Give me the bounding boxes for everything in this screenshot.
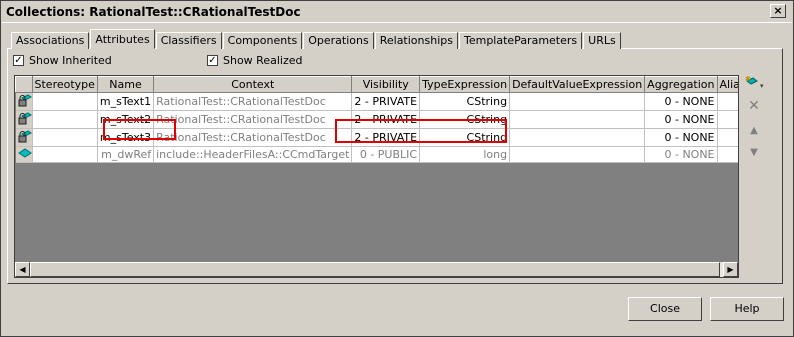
table-row[interactable]: m_sText1 RationalTest::CRationalTestDoc 2 … [15, 92, 738, 111]
attributes-grid[interactable]: Stereotype Name Context Visibility TypeE… [14, 75, 739, 278]
attributes-table: Stereotype Name Context Visibility TypeE… [15, 76, 738, 163]
tab-operations[interactable]: Operations [303, 32, 374, 49]
move-up-button[interactable]: ▲ [745, 125, 763, 136]
tab-components[interactable]: Components [222, 32, 303, 49]
cell-context[interactable]: include::HeaderFilesA::CCmdTarget [153, 146, 353, 163]
tab-urls[interactable]: URLs [583, 32, 621, 49]
new-attribute-button[interactable]: ✱ ▾ [745, 75, 764, 93]
tab-strip: Associations Attributes Classifiers Comp… [11, 29, 622, 49]
cell-default-value[interactable] [509, 128, 646, 147]
new-attribute-icon: ✱▾ [745, 75, 764, 90]
attribute-private-icon [18, 93, 32, 107]
move-down-button[interactable]: ▼ [745, 147, 763, 158]
cell-name[interactable]: m_sText2 [97, 110, 155, 129]
tab-associations[interactable]: Associations [11, 32, 90, 49]
cell-stereotype[interactable] [32, 110, 98, 129]
checkbox-box[interactable]: ✓ [207, 55, 218, 66]
column-header-visibility[interactable]: Visibility [351, 76, 421, 93]
cell-alias[interactable] [717, 92, 738, 111]
cell-alias[interactable] [717, 128, 738, 147]
attribute-private-icon [18, 111, 32, 125]
tab-relationships[interactable]: Relationships [374, 32, 458, 49]
close-window-button[interactable]: × [770, 4, 786, 18]
cell-stereotype[interactable] [32, 146, 98, 163]
cell-type-expression[interactable]: CString [419, 128, 511, 147]
table-row[interactable]: m_sText3 RationalTest::CRationalTestDoc 2 … [15, 128, 738, 147]
attribute-public-icon [17, 148, 32, 159]
checkbox-box[interactable]: ✓ [13, 55, 24, 66]
cell-default-value[interactable] [509, 110, 646, 129]
show-inherited-checkbox[interactable]: ✓ Show Inherited [13, 54, 112, 67]
cell-stereotype[interactable] [32, 128, 98, 147]
cell-default-value[interactable] [509, 92, 646, 111]
cell-name[interactable]: m_sText3 [97, 128, 155, 147]
cell-aggregation[interactable]: 0 - NONE [644, 128, 718, 147]
title-bar: Collections: RationalTest::CRationalTest… [2, 2, 792, 23]
cell-aggregation[interactable]: 0 - NONE [644, 92, 718, 111]
collections-dialog: Collections: RationalTest::CRationalTest… [0, 0, 794, 337]
column-header-name[interactable]: Name [96, 76, 155, 93]
svg-text:▾: ▾ [760, 82, 764, 89]
cell-type-expression[interactable]: CString [419, 92, 511, 111]
column-header-alias[interactable]: Alias [716, 76, 738, 93]
arrow-right-icon: ▶ [727, 265, 734, 274]
cell-icon[interactable] [15, 110, 33, 129]
column-header-type-expression[interactable]: TypeExpression [419, 76, 511, 93]
help-button[interactable]: Help [710, 297, 784, 321]
arrow-left-icon: ◀ [19, 265, 26, 274]
tab-attributes[interactable]: Attributes [90, 29, 155, 49]
horizontal-scrollbar[interactable]: ◀ ▶ [15, 262, 738, 277]
svg-text:✱: ✱ [745, 75, 751, 83]
cell-stereotype[interactable] [32, 92, 98, 111]
tab-classifiers[interactable]: Classifiers [155, 32, 222, 49]
table-header-row: Stereotype Name Context Visibility TypeE… [15, 76, 738, 93]
cell-type-expression[interactable]: CString [419, 110, 511, 129]
delete-icon: ✕ [748, 98, 760, 114]
tab-template-parameters[interactable]: TemplateParameters [458, 32, 583, 49]
cell-icon[interactable] [15, 128, 33, 147]
scroll-right-button[interactable]: ▶ [723, 262, 738, 277]
cell-name[interactable]: m_dwRef [97, 146, 155, 163]
show-inherited-label: Show Inherited [29, 54, 112, 67]
show-realized-label: Show Realized [223, 54, 303, 67]
delete-button[interactable]: ✕ [745, 98, 763, 114]
attribute-private-icon [18, 129, 32, 143]
column-header-default-value-expression[interactable]: DefaultValueExpression [509, 76, 646, 93]
cell-default-value[interactable] [509, 146, 646, 163]
cell-visibility[interactable]: 2 - PRIVATE [351, 110, 421, 129]
column-header-stereotype[interactable]: Stereotype [31, 76, 98, 93]
cell-name[interactable]: m_sText1 [97, 92, 155, 111]
table-row[interactable]: m_dwRef include::HeaderFilesA::CCmdTarget… [15, 146, 738, 163]
table-row[interactable]: m_sText2 RationalTest::CRationalTestDoc 2 … [15, 110, 738, 129]
cell-context[interactable]: RationalTest::CRationalTestDoc [153, 92, 353, 111]
scroll-thumb[interactable] [30, 262, 720, 277]
dialog-title: Collections: RationalTest::CRationalTest… [6, 5, 301, 19]
close-button[interactable]: Close [628, 297, 702, 321]
cell-visibility[interactable]: 0 - PUBLIC [351, 146, 421, 163]
cell-context[interactable]: RationalTest::CRationalTestDoc [153, 128, 353, 147]
cell-visibility[interactable]: 2 - PRIVATE [351, 92, 421, 111]
cell-aggregation[interactable]: 0 - NONE [644, 146, 718, 163]
cell-type-expression[interactable]: long [419, 146, 511, 163]
move-up-icon: ▲ [750, 125, 758, 136]
close-icon: × [773, 4, 783, 17]
column-header-context[interactable]: Context [153, 76, 353, 93]
cell-alias[interactable] [717, 146, 738, 163]
column-header-icon[interactable] [15, 76, 33, 93]
cell-icon[interactable] [15, 146, 33, 163]
scroll-left-button[interactable]: ◀ [15, 262, 30, 277]
cell-alias[interactable] [717, 110, 738, 129]
cell-context[interactable]: RationalTest::CRationalTestDoc [153, 110, 353, 129]
cell-aggregation[interactable]: 0 - NONE [644, 110, 718, 129]
cell-visibility[interactable]: 2 - PRIVATE [351, 128, 421, 147]
cell-icon[interactable] [15, 92, 33, 111]
show-realized-checkbox[interactable]: ✓ Show Realized [207, 54, 302, 67]
move-down-icon: ▼ [750, 147, 758, 158]
column-header-aggregation[interactable]: Aggregation [644, 76, 718, 93]
